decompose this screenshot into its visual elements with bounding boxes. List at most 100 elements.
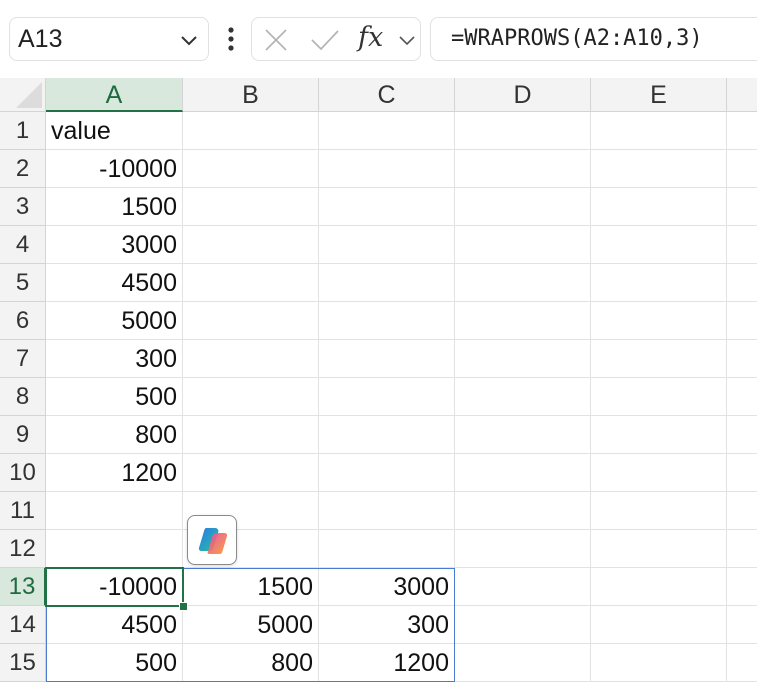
cell-e2[interactable]: [591, 150, 727, 188]
cell-a13[interactable]: -10000: [46, 568, 183, 606]
cell-d5[interactable]: [455, 264, 591, 302]
cell-c11[interactable]: [319, 492, 455, 530]
cell-a12[interactable]: [46, 530, 183, 568]
cell-b15[interactable]: 800: [183, 644, 319, 682]
cell-f9[interactable]: [727, 416, 757, 454]
cell-d1[interactable]: [455, 112, 591, 150]
cell-d10[interactable]: [455, 454, 591, 492]
cell-e13[interactable]: [591, 568, 727, 606]
cell-c4[interactable]: [319, 226, 455, 264]
cell-a4[interactable]: 3000: [46, 226, 183, 264]
cell-e11[interactable]: [591, 492, 727, 530]
cell-e4[interactable]: [591, 226, 727, 264]
cell-c7[interactable]: [319, 340, 455, 378]
row-header-5[interactable]: 5: [0, 264, 46, 302]
select-all-corner[interactable]: [0, 78, 46, 112]
cell-d15[interactable]: [455, 644, 591, 682]
cell-c12[interactable]: [319, 530, 455, 568]
cell-f12[interactable]: [727, 530, 757, 568]
fx-icon[interactable]: fx: [358, 22, 383, 53]
cell-f15[interactable]: [727, 644, 757, 682]
name-box[interactable]: A13: [9, 17, 209, 61]
row-header-15[interactable]: 15: [0, 644, 46, 682]
cell-b9[interactable]: [183, 416, 319, 454]
column-header-f[interactable]: [727, 78, 757, 112]
cell-a5[interactable]: 4500: [46, 264, 183, 302]
row-header-9[interactable]: 9: [0, 416, 46, 454]
column-header-a[interactable]: A: [46, 78, 183, 112]
row-header-12[interactable]: 12: [0, 530, 46, 568]
cell-f1[interactable]: [727, 112, 757, 150]
cell-c10[interactable]: [319, 454, 455, 492]
check-icon[interactable]: [310, 28, 340, 52]
fill-handle[interactable]: [179, 602, 188, 611]
cell-f2[interactable]: [727, 150, 757, 188]
row-header-7[interactable]: 7: [0, 340, 46, 378]
cell-d7[interactable]: [455, 340, 591, 378]
cell-d14[interactable]: [455, 606, 591, 644]
cell-a8[interactable]: 500: [46, 378, 183, 416]
cell-e14[interactable]: [591, 606, 727, 644]
row-header-4[interactable]: 4: [0, 226, 46, 264]
cell-b3[interactable]: [183, 188, 319, 226]
cell-c8[interactable]: [319, 378, 455, 416]
column-header-b[interactable]: B: [183, 78, 319, 112]
cell-b5[interactable]: [183, 264, 319, 302]
cell-f3[interactable]: [727, 188, 757, 226]
cell-f13[interactable]: [727, 568, 757, 606]
cell-e7[interactable]: [591, 340, 727, 378]
close-icon[interactable]: [264, 28, 288, 52]
cell-c6[interactable]: [319, 302, 455, 340]
cell-b8[interactable]: [183, 378, 319, 416]
cell-a3[interactable]: 1500: [46, 188, 183, 226]
cell-f7[interactable]: [727, 340, 757, 378]
cell-e9[interactable]: [591, 416, 727, 454]
column-header-c[interactable]: C: [319, 78, 455, 112]
cell-e1[interactable]: [591, 112, 727, 150]
row-header-1[interactable]: 1: [0, 112, 46, 150]
cell-f6[interactable]: [727, 302, 757, 340]
cell-a15[interactable]: 500: [46, 644, 183, 682]
cell-f11[interactable]: [727, 492, 757, 530]
vertical-ellipsis-icon[interactable]: [222, 22, 240, 56]
row-header-2[interactable]: 2: [0, 150, 46, 188]
cell-e3[interactable]: [591, 188, 727, 226]
cell-d3[interactable]: [455, 188, 591, 226]
cell-b4[interactable]: [183, 226, 319, 264]
cell-b7[interactable]: [183, 340, 319, 378]
cell-a14[interactable]: 4500: [46, 606, 183, 644]
formula-input[interactable]: =WRAPROWS(A2:A10,3): [430, 17, 757, 61]
chevron-down-icon[interactable]: [180, 31, 198, 49]
cell-e10[interactable]: [591, 454, 727, 492]
cell-c5[interactable]: [319, 264, 455, 302]
cell-d2[interactable]: [455, 150, 591, 188]
cell-f14[interactable]: [727, 606, 757, 644]
cell-a2[interactable]: -10000: [46, 150, 183, 188]
column-header-e[interactable]: E: [591, 78, 727, 112]
row-header-14[interactable]: 14: [0, 606, 46, 644]
cell-d12[interactable]: [455, 530, 591, 568]
cell-d9[interactable]: [455, 416, 591, 454]
cell-d11[interactable]: [455, 492, 591, 530]
cell-b6[interactable]: [183, 302, 319, 340]
row-header-13[interactable]: 13: [0, 568, 46, 606]
cell-b10[interactable]: [183, 454, 319, 492]
cell-a6[interactable]: 5000: [46, 302, 183, 340]
cell-e12[interactable]: [591, 530, 727, 568]
cell-a9[interactable]: 800: [46, 416, 183, 454]
cell-f10[interactable]: [727, 454, 757, 492]
cell-d13[interactable]: [455, 568, 591, 606]
cell-f5[interactable]: [727, 264, 757, 302]
cell-c13[interactable]: 3000: [319, 568, 455, 606]
cell-e6[interactable]: [591, 302, 727, 340]
cell-c15[interactable]: 1200: [319, 644, 455, 682]
cell-b14[interactable]: 5000: [183, 606, 319, 644]
cell-d6[interactable]: [455, 302, 591, 340]
cell-a11[interactable]: [46, 492, 183, 530]
cell-a7[interactable]: 300: [46, 340, 183, 378]
cell-c3[interactable]: [319, 188, 455, 226]
cell-d4[interactable]: [455, 226, 591, 264]
cell-b13[interactable]: 1500: [183, 568, 319, 606]
cell-e5[interactable]: [591, 264, 727, 302]
cell-b2[interactable]: [183, 150, 319, 188]
